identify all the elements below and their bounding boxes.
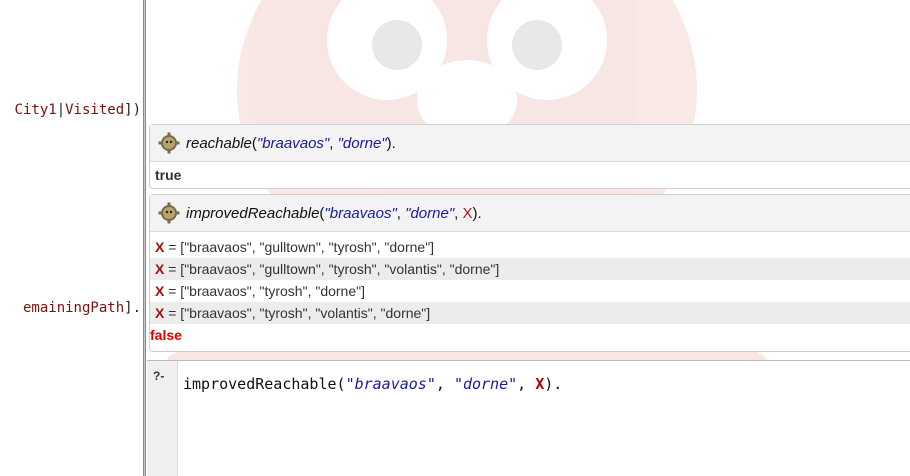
query-block-improved-reachable[interactable]: improvedReachable("braavaos", "dorne", X… (149, 194, 910, 352)
query-arg3: X (462, 204, 473, 222)
code-token-remaining-path: emainingPath (22, 300, 125, 316)
answer-row[interactable]: X = ["braavaos", "gulltown", "tyrosh", "… (150, 258, 910, 280)
input-close: ). (544, 375, 563, 393)
code-token-sep: | (56, 102, 66, 118)
query-functor: improvedReachable (186, 204, 320, 222)
prompt-label: ?- (153, 369, 165, 383)
query-input-editor[interactable]: improvedReachable("braavaos", "dorne", X… (183, 375, 562, 393)
answer-false: false (150, 327, 182, 343)
pane-splitter[interactable] (143, 0, 146, 476)
swi-prolog-gear-icon (158, 202, 180, 224)
query-input-area[interactable]: ?- improvedReachable("braavaos", "dorne"… (147, 360, 910, 476)
source-editor[interactable]: City1|Visited]) emainingPath]. (0, 0, 143, 476)
input-open-paren: ( (336, 375, 346, 393)
input-comma: , (435, 375, 454, 393)
answer-row[interactable]: X = ["braavaos", "gulltown", "tyrosh", "… (150, 236, 910, 258)
query-header[interactable]: reachable("braavaos", "dorne"). (150, 125, 910, 162)
query-pane[interactable]: reachable("braavaos", "dorne"). true imp… (147, 0, 910, 476)
query-comma: , (329, 134, 338, 152)
answer-var: X (155, 239, 165, 255)
query-close: ). (386, 134, 396, 152)
swi-prolog-gear-icon (158, 132, 180, 154)
input-functor: improvedReachable (183, 375, 337, 393)
answer-row[interactable]: X = ["braavaos", "tyrosh", "volantis", "… (150, 302, 910, 324)
query-functor: reachable (186, 134, 252, 152)
code-token-end: ]) (124, 102, 141, 118)
query-header[interactable]: improvedReachable("braavaos", "dorne", X… (150, 195, 910, 232)
code-token-visited: Visited (65, 102, 125, 118)
input-arg1: "braavaos" (345, 375, 436, 393)
query-close: ). (472, 204, 482, 222)
answer-value: = ["braavaos", "gulltown", "tyrosh", "vo… (164, 261, 500, 277)
answer-var: X (155, 261, 165, 277)
query-comma: , (454, 204, 463, 222)
query-comma: , (396, 204, 406, 222)
answer-var: X (155, 283, 165, 299)
prompt-gutter: ?- (147, 361, 178, 476)
answer-value: = ["braavaos", "tyrosh", "dorne"] (164, 283, 365, 299)
code-token-end2: ]. (124, 300, 141, 316)
answer-true: true (155, 167, 182, 183)
answer-var: X (155, 305, 165, 321)
query-arg2: "dorne" (405, 204, 455, 222)
code-line-visited[interactable]: City1|Visited]) (15, 102, 141, 118)
query-arg1: "braavaos" (324, 204, 397, 222)
input-arg3: X (535, 375, 545, 393)
code-token-city1: City1 (14, 102, 57, 118)
answer-value: = ["braavaos", "tyrosh", "volantis", "do… (164, 305, 431, 321)
query-arg1: "braavaos" (256, 134, 330, 152)
query-arg2: "dorne" (337, 134, 387, 152)
input-arg2: "dorne" (453, 375, 518, 393)
answer-row[interactable]: X = ["braavaos", "tyrosh", "dorne"] (150, 280, 910, 302)
answer-value: = ["braavaos", "gulltown", "tyrosh", "do… (164, 239, 435, 255)
code-line-remaining-path[interactable]: emainingPath]. (23, 300, 141, 316)
query-block-reachable[interactable]: reachable("braavaos", "dorne"). true (149, 124, 910, 189)
input-comma: , (517, 375, 536, 393)
